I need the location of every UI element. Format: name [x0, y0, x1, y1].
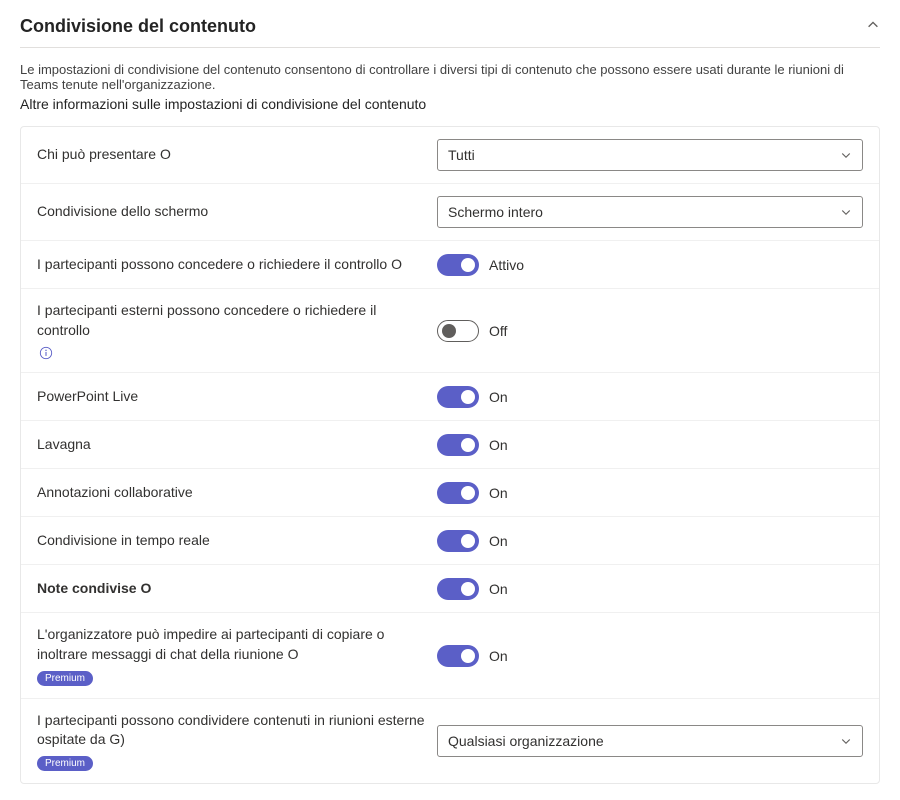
row-whiteboard: Lavagna On	[21, 421, 879, 469]
give-request-toggle[interactable]	[437, 254, 479, 276]
ppt-live-state: On	[489, 389, 508, 405]
screen-sharing-value: Schermo intero	[448, 204, 543, 220]
row-collab-annotations: Annotazioni collaborative On	[21, 469, 879, 517]
prevent-copy-state: On	[489, 648, 508, 664]
who-present-value: Tutti	[448, 147, 475, 163]
premium-badge: Premium	[37, 671, 93, 686]
prevent-copy-toggle[interactable]	[437, 645, 479, 667]
live-share-label: Condivisione in tempo reale	[37, 532, 210, 548]
give-request-state: Attivo	[489, 257, 524, 273]
row-give-request-control: I partecipanti possono concedere o richi…	[21, 241, 879, 289]
live-share-toggle[interactable]	[437, 530, 479, 552]
who-present-label: Chi può presentare O	[37, 146, 171, 162]
learn-more-link[interactable]: Altre informazioni sulle impostazioni di…	[20, 96, 880, 112]
who-present-dropdown[interactable]: Tutti	[437, 139, 863, 171]
row-ppt-live: PowerPoint Live On	[21, 373, 879, 421]
collab-annotations-toggle[interactable]	[437, 482, 479, 504]
shared-notes-toggle[interactable]	[437, 578, 479, 600]
row-external-give-request: I partecipanti esterni possono concedere…	[21, 289, 879, 373]
screen-sharing-dropdown[interactable]: Schermo intero	[437, 196, 863, 228]
external-give-request-label: I partecipanti esterni possono concedere…	[37, 302, 376, 338]
collapse-icon[interactable]	[866, 18, 880, 35]
collab-annotations-label: Annotazioni collaborative	[37, 484, 193, 500]
row-screen-sharing: Condivisione dello schermo Schermo inter…	[21, 184, 879, 241]
share-external-value: Qualsiasi organizzazione	[448, 733, 604, 749]
row-share-external: I partecipanti possono condividere conte…	[21, 699, 879, 783]
external-give-request-state: Off	[489, 323, 507, 339]
settings-panel: Chi può presentare O Tutti Condivisione …	[20, 126, 880, 784]
ppt-live-label: PowerPoint Live	[37, 388, 138, 404]
section-header: Condivisione del contenuto	[20, 16, 880, 48]
collab-annotations-state: On	[489, 485, 508, 501]
live-share-state: On	[489, 533, 508, 549]
row-live-share: Condivisione in tempo reale On	[21, 517, 879, 565]
row-who-can-present: Chi può presentare O Tutti	[21, 127, 879, 184]
screen-sharing-label: Condivisione dello schermo	[37, 203, 208, 219]
share-external-label: I partecipanti possono condividere conte…	[37, 712, 425, 748]
ppt-live-toggle[interactable]	[437, 386, 479, 408]
shared-notes-state: On	[489, 581, 508, 597]
premium-badge-2: Premium	[37, 756, 93, 771]
external-give-request-toggle[interactable]	[437, 320, 479, 342]
row-prevent-copy: L'organizzatore può impedire ai partecip…	[21, 613, 879, 698]
section-title: Condivisione del contenuto	[20, 16, 256, 37]
whiteboard-toggle[interactable]	[437, 434, 479, 456]
whiteboard-state: On	[489, 437, 508, 453]
section-description: Le impostazioni di condivisione del cont…	[20, 62, 880, 92]
whiteboard-label: Lavagna	[37, 436, 91, 452]
info-icon[interactable]	[39, 346, 53, 360]
row-shared-notes: Note condivise O On	[21, 565, 879, 613]
share-external-dropdown[interactable]: Qualsiasi organizzazione	[437, 725, 863, 757]
shared-notes-label: Note condivise O	[37, 580, 151, 596]
prevent-copy-label: L'organizzatore può impedire ai partecip…	[37, 626, 384, 662]
give-request-label: I partecipanti possono concedere o richi…	[37, 256, 402, 272]
